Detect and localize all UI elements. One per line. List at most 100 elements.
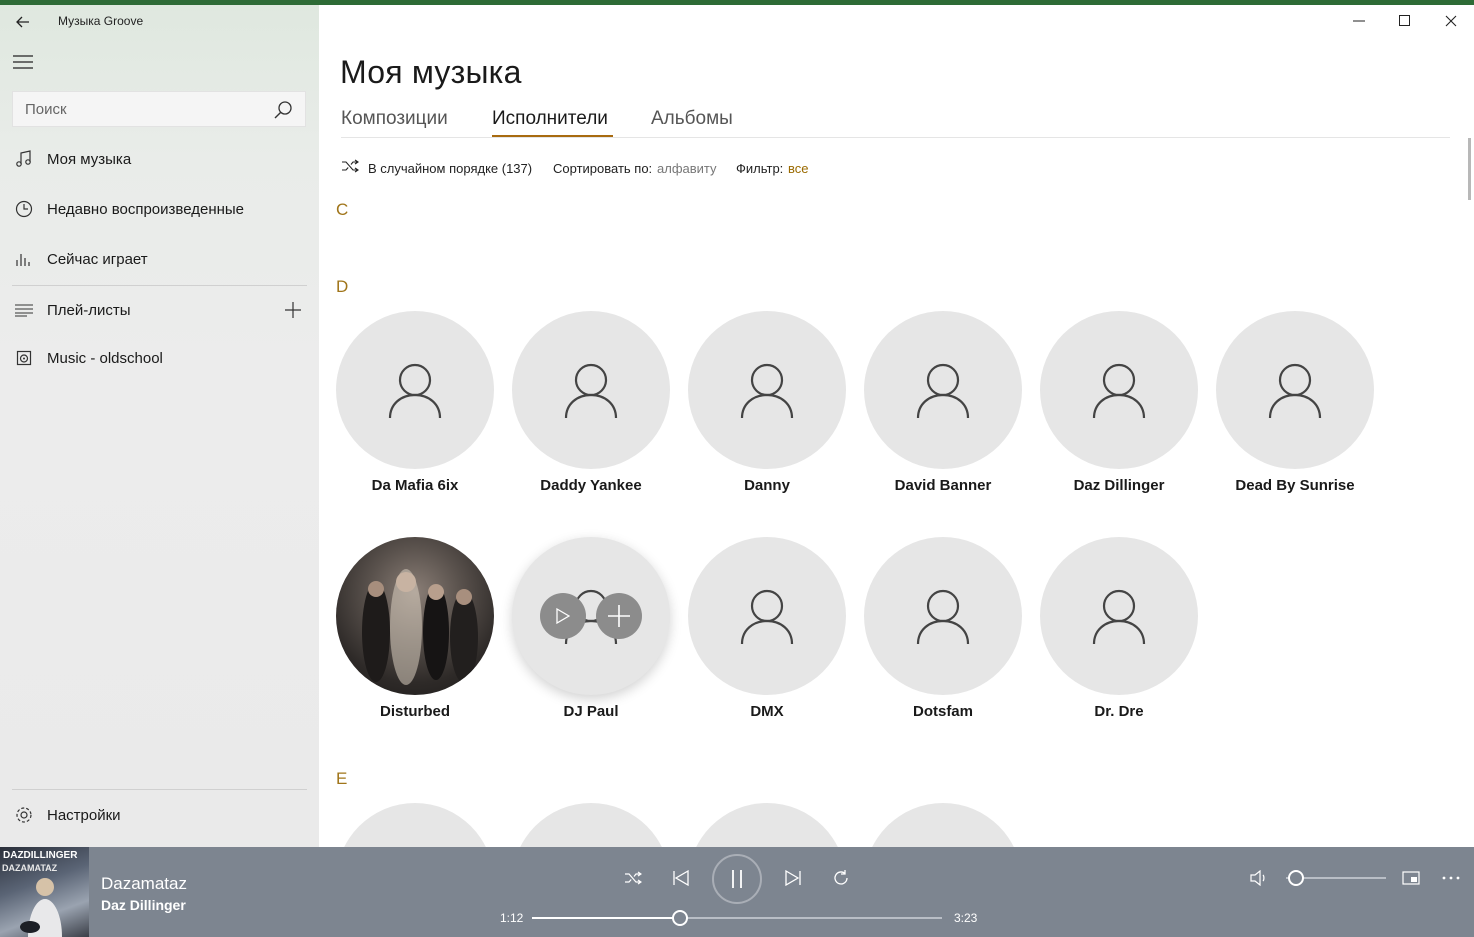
artist-name: Da Mafia 6ix <box>371 477 459 494</box>
play-artist-button[interactable] <box>540 593 586 639</box>
duration-time: 3:23 <box>954 911 978 925</box>
artist-tile[interactable]: Dotsfam <box>864 537 1022 727</box>
artist-placeholder <box>512 537 670 695</box>
artist-tile[interactable] <box>688 803 846 847</box>
person-icon <box>1092 589 1146 645</box>
artist-tile[interactable]: DMX <box>688 537 846 727</box>
add-to-button[interactable] <box>596 593 642 639</box>
previous-button[interactable] <box>666 865 696 891</box>
tab-artists[interactable]: Исполнители <box>492 108 608 130</box>
play-icon <box>556 608 570 624</box>
maximize-button[interactable] <box>1392 8 1418 34</box>
album-cover[interactable]: DAZDILLINGER DAZAMATAZ <box>0 847 89 937</box>
progress-fill <box>532 917 680 919</box>
artist-name: DMX <box>750 703 784 720</box>
volume-button[interactable] <box>1244 865 1274 891</box>
sidebar-item-settings[interactable]: Настройки <box>0 793 319 837</box>
artist-tile[interactable]: Dead By Sunrise <box>1216 311 1374 501</box>
filter-dropdown[interactable]: все <box>788 161 809 176</box>
artist-tile[interactable] <box>336 803 494 847</box>
track-title[interactable]: Dazamataz <box>101 874 187 894</box>
person-icon <box>564 363 618 419</box>
plus-icon <box>608 605 630 627</box>
artist-tile[interactable] <box>512 803 670 847</box>
tab-songs[interactable]: Композиции <box>341 108 448 130</box>
plus-icon <box>285 302 301 318</box>
search-box[interactable] <box>12 91 306 127</box>
sidebar-item-recent[interactable]: Недавно воспроизведенные <box>0 187 319 231</box>
sidebar-item-playlists[interactable]: Плей-листы <box>0 288 319 332</box>
sidebar-item-label: Сейчас играет <box>47 250 148 268</box>
section-letter-e[interactable]: E <box>336 769 347 789</box>
minimize-button[interactable] <box>1346 8 1372 34</box>
person-icon <box>1092 363 1146 419</box>
person-icon <box>916 589 970 645</box>
playlist-icon <box>14 300 34 320</box>
artist-tile[interactable]: Da Mafia 6ix <box>336 311 494 501</box>
equalizer-icon <box>14 249 34 269</box>
repeat-icon <box>834 870 848 885</box>
scrollbar-thumb[interactable] <box>1468 138 1471 200</box>
minimize-icon <box>1353 20 1365 22</box>
artist-name: Dead By Sunrise <box>1235 477 1355 494</box>
shuffle-button[interactable] <box>618 865 648 891</box>
artist-name: Daddy Yankee <box>540 477 642 494</box>
artist-placeholder <box>688 537 846 695</box>
album-cover-subtext: DAZAMATAZ <box>2 863 58 873</box>
volume-slider[interactable] <box>1286 870 1386 886</box>
sidebar-item-label: Настройки <box>47 806 121 824</box>
artist-tile[interactable] <box>864 803 1022 847</box>
playlist-item-icon <box>14 348 34 368</box>
artist-name: Danny <box>744 477 790 494</box>
app-title: Музыка Groove <box>58 14 144 28</box>
pause-button[interactable] <box>712 854 762 904</box>
shuffle-icon[interactable] <box>341 159 359 176</box>
filter-label: Фильтр: <box>736 161 784 176</box>
sidebar-item-now-playing[interactable]: Сейчас играет <box>0 237 319 281</box>
artist-name: Dotsfam <box>912 703 973 720</box>
close-button[interactable] <box>1438 8 1464 34</box>
more-options-button[interactable] <box>1436 865 1466 891</box>
section-letter-d[interactable]: D <box>336 277 348 297</box>
artist-tile[interactable]: Danny <box>688 311 846 501</box>
sidebar-item-label: Моя музыка <box>47 150 132 168</box>
artist-placeholder <box>864 537 1022 695</box>
add-playlist-button[interactable] <box>283 300 303 320</box>
sort-dropdown[interactable]: алфавиту <box>657 161 717 176</box>
sidebar-item-my-music[interactable]: Моя музыка <box>0 137 319 181</box>
person-icon <box>740 363 794 419</box>
shuffle-all-button[interactable]: В случайном порядке (137) <box>368 161 532 176</box>
sidebar-divider <box>12 789 307 790</box>
sidebar-item-playlist-oldschool[interactable]: Music - oldschool <box>0 336 319 380</box>
progress-slider[interactable] <box>532 910 942 926</box>
elapsed-time: 1:12 <box>500 911 524 925</box>
volume-thumb[interactable] <box>1288 870 1304 886</box>
artist-tile[interactable]: David Banner <box>864 311 1022 501</box>
hamburger-menu-button[interactable] <box>10 51 36 73</box>
repeat-button[interactable] <box>826 865 856 891</box>
progress-thumb[interactable] <box>671 910 688 926</box>
artist-tile[interactable]: Dr. Dre <box>1040 537 1198 727</box>
back-arrow-icon <box>16 16 29 28</box>
track-artist[interactable]: Daz Dillinger <box>101 897 186 913</box>
tab-albums[interactable]: Альбомы <box>651 108 733 130</box>
artist-name: Daz Dillinger <box>1073 477 1165 494</box>
artist-tile[interactable]: Daddy Yankee <box>512 311 670 501</box>
search-input[interactable] <box>13 92 263 126</box>
band-photo-icon <box>362 569 478 685</box>
artist-tile[interactable]: Disturbed <box>336 537 494 727</box>
back-button[interactable] <box>10 9 36 35</box>
search-icon[interactable] <box>273 100 293 120</box>
title-bar: Музыка Groove <box>0 5 319 37</box>
section-letter-c[interactable]: C <box>336 200 348 220</box>
next-button[interactable] <box>778 865 808 891</box>
music-note-icon <box>14 149 34 169</box>
artist-tile[interactable]: DJ Paul <box>512 537 670 727</box>
mini-player-button[interactable] <box>1396 865 1426 891</box>
now-playing-bar: DAZDILLINGER DAZAMATAZ Dazamataz Daz Dil… <box>0 847 1474 937</box>
artist-placeholder <box>1040 311 1198 469</box>
artist-tile[interactable]: Daz Dillinger <box>1040 311 1198 501</box>
artist-placeholder <box>336 311 494 469</box>
sidebar-item-label: Недавно воспроизведенные <box>47 200 245 218</box>
speaker-icon <box>1250 870 1265 886</box>
